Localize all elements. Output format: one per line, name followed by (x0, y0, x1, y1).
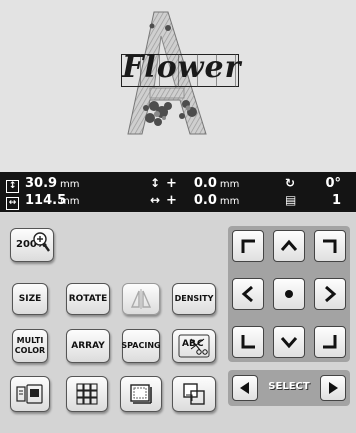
rotation-angle: ↻ 0° (285, 176, 341, 191)
grid-layout-icon (76, 383, 98, 405)
vertical-offset: ↕ +0.0 mm (150, 176, 240, 191)
select-bar: SELECT (228, 370, 350, 406)
move-pad (228, 226, 350, 362)
move-up-left-button[interactable] (232, 230, 264, 262)
layout-button[interactable] (66, 376, 108, 412)
scissors-abc-icon: A B C (178, 334, 210, 358)
frame-icon (130, 384, 152, 404)
design-text-frame[interactable]: Flower (121, 50, 240, 87)
density-button[interactable]: DENSITY (172, 283, 216, 315)
move-up-right-button[interactable] (314, 230, 346, 262)
design-width: ↔ 114.5mm (6, 193, 79, 210)
mirror-icon (130, 289, 152, 309)
array-button[interactable]: ARRAY (66, 329, 110, 363)
corner-up-left-icon (241, 239, 255, 253)
group-button[interactable] (172, 376, 216, 412)
design-preview: Flower (0, 0, 356, 173)
character-edit-button[interactable]: A B C (172, 329, 216, 363)
select-next-button[interactable] (320, 375, 346, 401)
embroidery-edit-screen: Flower ↕ 30.9 mm ↔ 114.5mm ↕ +0.0 mm ↔ +0.0 mm … (0, 0, 356, 433)
corner-down-left-icon (241, 335, 255, 349)
select-previous-button[interactable] (232, 375, 258, 401)
move-down-left-button[interactable] (232, 326, 264, 358)
page-icon: ▤ (285, 193, 297, 207)
chevron-right-icon (325, 285, 337, 303)
move-down-button[interactable] (273, 326, 305, 358)
multi-color-button[interactable]: MULTI COLOR (12, 329, 48, 363)
memory-button[interactable] (10, 376, 50, 412)
horizontal-move-icon: ↔ (150, 193, 161, 207)
chevron-left-icon (241, 285, 253, 303)
corner-down-right-icon (323, 335, 337, 349)
rotate-button[interactable]: ROTATE (66, 283, 110, 315)
move-left-button[interactable] (232, 278, 264, 310)
save-memory-icon (16, 384, 43, 404)
select-label: SELECT (268, 381, 310, 392)
corner-up-right-icon (323, 239, 337, 253)
move-right-button[interactable] (314, 278, 346, 310)
triangle-left-icon (240, 382, 249, 394)
page-count: ▤ 1 (285, 193, 341, 208)
move-up-button[interactable] (273, 230, 305, 262)
info-bar: ↕ 30.9 mm ↔ 114.5mm ↕ +0.0 mm ↔ +0.0 mm ↻ 0° ▤ 1 (0, 172, 356, 212)
chevron-up-icon (280, 239, 298, 251)
center-button[interactable] (273, 278, 305, 310)
design-height: ↕ 30.9 mm (6, 176, 79, 193)
frame-button[interactable] (120, 376, 162, 412)
width-icon: ↔ (6, 197, 19, 210)
center-dot-icon (285, 290, 293, 298)
height-icon: ↕ (6, 180, 19, 193)
size-button[interactable]: SIZE (12, 283, 48, 315)
horizontal-offset: ↔ +0.0 mm (150, 193, 240, 208)
overlap-squares-icon (183, 383, 205, 405)
move-down-right-button[interactable] (314, 326, 346, 358)
rotate-icon: ↻ (285, 176, 296, 190)
design-text: Flower (122, 50, 242, 85)
triangle-right-icon (329, 382, 338, 394)
spacing-button[interactable]: SPACING (121, 329, 161, 363)
svg-text:A: A (182, 339, 189, 349)
chevron-down-icon (280, 337, 298, 349)
zoom-button[interactable]: 200% (10, 228, 54, 262)
control-panel: 200% SIZE ROTATE DENSITY MULTI COLOR ARRA… (0, 213, 356, 433)
vertical-move-icon: ↕ (150, 176, 161, 190)
mirror-button[interactable] (122, 283, 160, 315)
magnifier-icon (33, 232, 50, 252)
